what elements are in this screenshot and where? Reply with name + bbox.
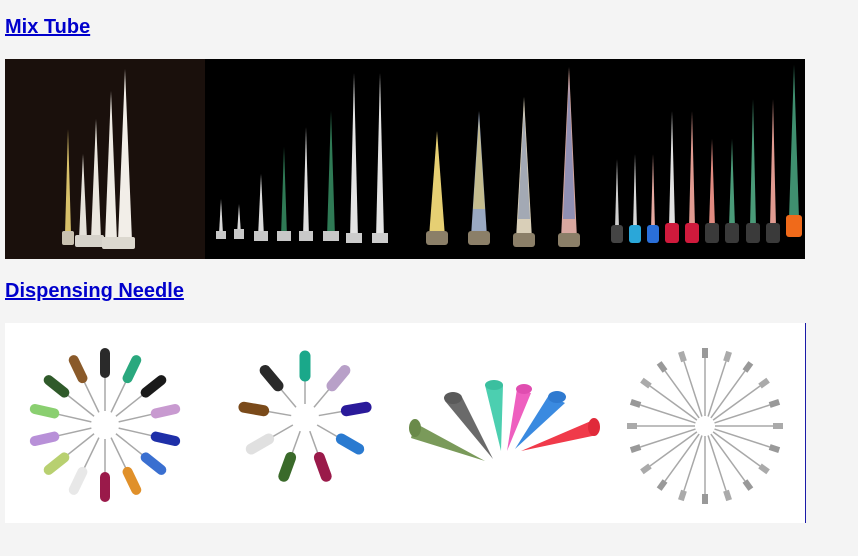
mix-tube-image-3[interactable] [405,59,605,259]
dispensing-needle-link[interactable]: Dispensing Needle [5,280,184,303]
mix-tube-image-2[interactable] [205,59,405,259]
mix-tube-image-4[interactable] [605,59,805,259]
dispensing-needle-image-3[interactable] [405,323,605,523]
mix-tube-image-strip [5,59,805,259]
mix-tube-image-1[interactable] [5,59,205,259]
mix-tube-link[interactable]: Mix Tube [5,16,90,39]
dispensing-needle-image-4[interactable] [605,323,805,523]
dispensing-needle-image-1[interactable] [5,323,205,523]
dispensing-needle-image-2[interactable] [205,323,405,523]
dispensing-needle-image-strip [5,323,806,523]
